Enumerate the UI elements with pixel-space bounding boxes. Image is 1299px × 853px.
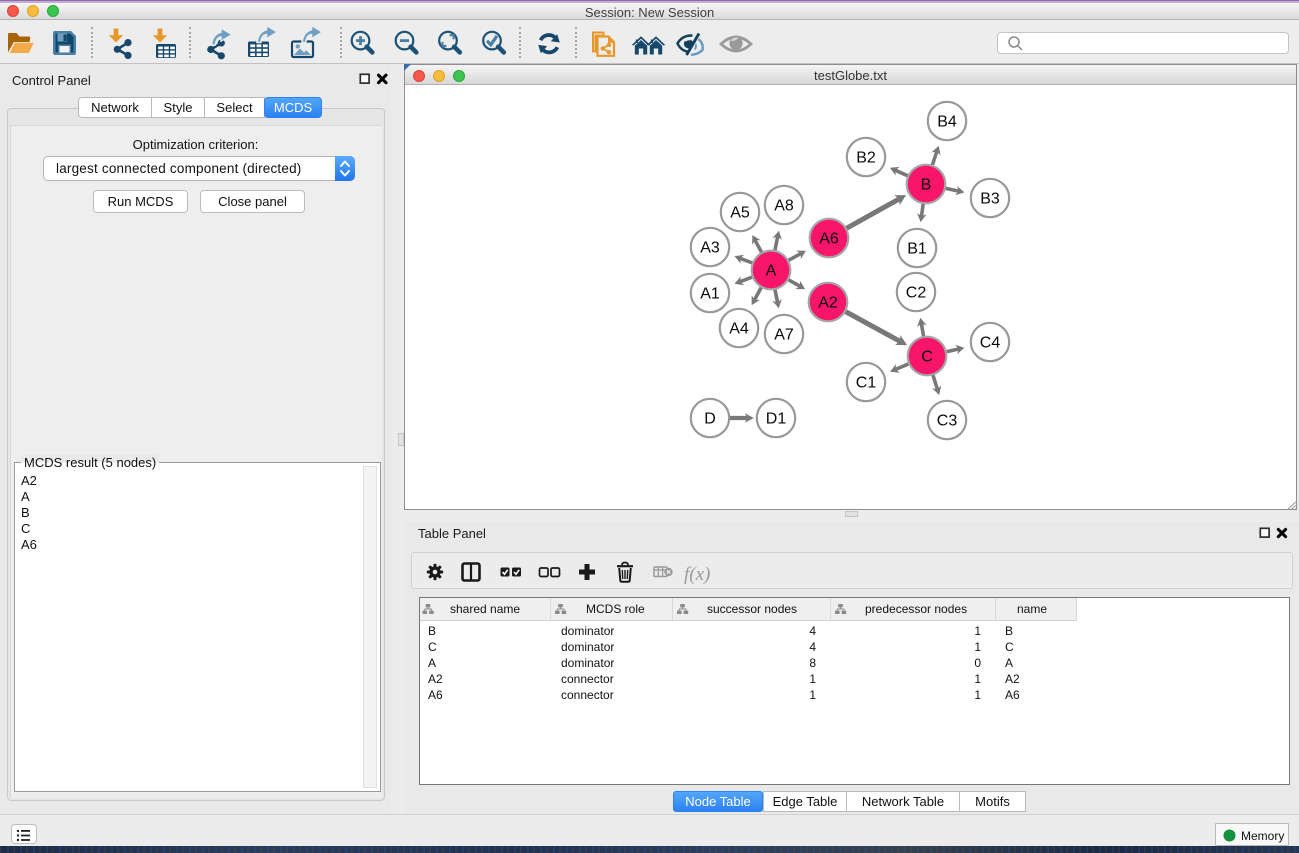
svg-text:A: A [766, 263, 777, 280]
svg-text:C2: C2 [906, 285, 927, 302]
svg-text:D1: D1 [766, 411, 787, 428]
svg-text:A4: A4 [729, 321, 749, 338]
svg-text:B1: B1 [907, 241, 927, 258]
svg-text:B: B [921, 177, 932, 194]
svg-text:D: D [704, 411, 716, 428]
svg-text:f(x): f(x) [684, 564, 710, 585]
svg-text:A3: A3 [700, 240, 720, 257]
svg-text:C1: C1 [856, 375, 877, 392]
svg-text:C: C [921, 349, 933, 366]
svg-text:A2: A2 [818, 295, 838, 312]
svg-text:C3: C3 [937, 413, 958, 430]
svg-text:A7: A7 [774, 327, 794, 344]
svg-text:A8: A8 [774, 198, 794, 215]
svg-text:B2: B2 [856, 150, 876, 167]
svg-text:A5: A5 [730, 205, 750, 222]
svg-text:A6: A6 [819, 231, 839, 248]
svg-text:B4: B4 [937, 114, 957, 131]
svg-text:B3: B3 [980, 191, 1000, 208]
svg-text:A1: A1 [700, 286, 720, 303]
svg-text:C4: C4 [980, 335, 1001, 352]
